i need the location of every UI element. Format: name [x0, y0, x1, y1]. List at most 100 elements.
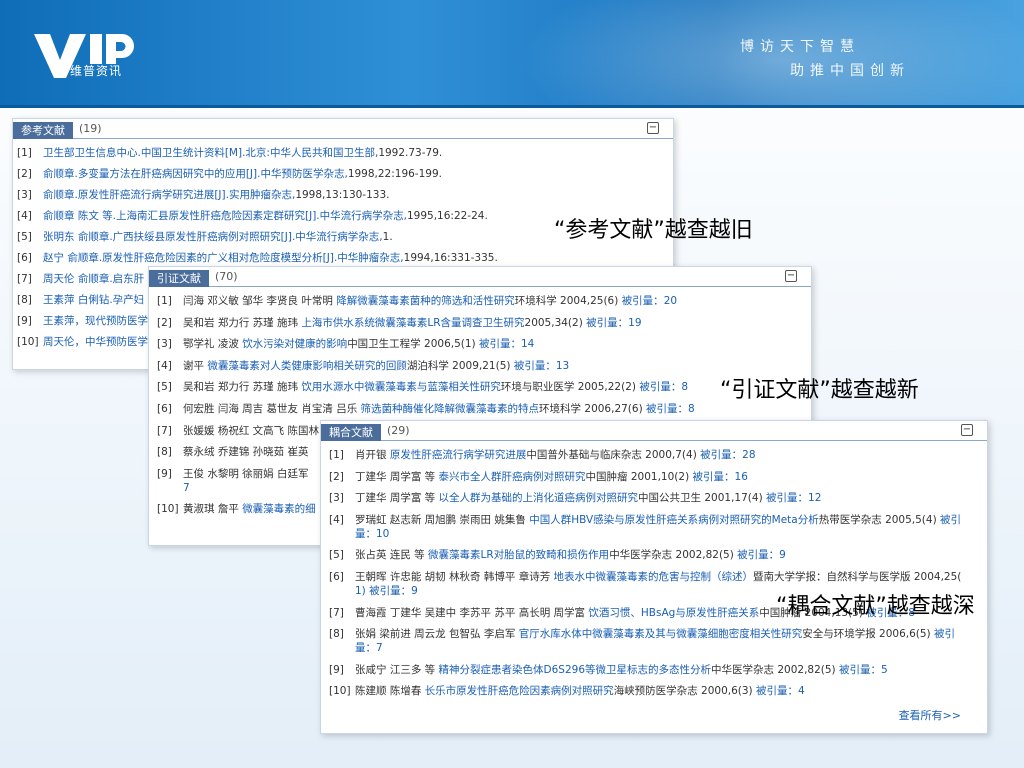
reference-link[interactable]: 俞顺章.多变量方法在肝癌病因研究中的应用[J].中华预防医学杂志,	[43, 168, 348, 180]
view-all-link[interactable]: 查看所有>>	[899, 707, 961, 723]
reference-link[interactable]: 张明东 俞顺章.广西扶绥县原发性肝癌病例对照研究[J].中华流行病学杂志,	[43, 231, 383, 243]
item-title-link[interactable]: 地表水中微囊藻毒素的危害与控制（综述）	[554, 571, 754, 583]
item-continuation: 量：7	[355, 642, 383, 655]
item-source: 环境与职业医学 2005,22(2)	[500, 381, 636, 394]
references-tab[interactable]: 参考文献	[13, 121, 73, 139]
cited-count: 4	[797, 685, 805, 698]
cited-count-label: 被引量：	[646, 402, 689, 415]
reference-year: 1998,13:130-133.	[295, 189, 390, 201]
cited-count-label: 被引	[940, 513, 962, 526]
item-source: 中国公共卫生 2001,17(4)	[638, 492, 763, 505]
item-authors: 何宏胜 闫海 周吉 葛世友 肖宝清 吕乐	[183, 402, 358, 415]
item-title-link[interactable]: 长乐市原发性肝癌危险因素病例对照研究	[425, 685, 614, 697]
annotation-references: “参考文献”越查越旧	[554, 218, 753, 243]
list-item: [10] 陈建顺 陈增春 长乐市原发性肝癌危险因素病例对照研究海峡预防医学杂志 2…	[329, 684, 987, 698]
item-number: [10]	[329, 685, 351, 698]
cited-count-label: 被引量：	[692, 470, 735, 483]
cited-count: 8	[688, 402, 695, 415]
cited-count: 12	[808, 492, 822, 505]
item-title-link[interactable]: 降解微囊藻毒素菌种的筛选和活性研究	[336, 295, 515, 307]
header-banner: 维普资讯 博访天下智慧 助推中国创新	[0, 0, 1024, 108]
item-title-link[interactable]: 微囊藻毒素对人类健康影响相关研究的回顾	[207, 360, 407, 372]
item-source: 环境科学 2006,27(6)	[539, 402, 643, 415]
item-title-link[interactable]: 饮酒习惯、HBsAg与原发性肝癌关系	[588, 607, 759, 619]
reference-year: 1995,16:22-24.	[406, 210, 488, 222]
item-authors: 闫海 邓义敏 邹华 李贤良 叶常明	[183, 295, 333, 307]
item-source: 2005,34(2)	[524, 316, 583, 329]
item-title-link[interactable]: 官厅水库水体中微囊藻毒素及其与微囊藻细胞密度相关性研究	[519, 628, 803, 640]
reference-year: 1998,22:196-199.	[347, 168, 442, 180]
item-number: [1]	[157, 295, 172, 307]
item-source: 安全与环境学报 2006,6(5)	[802, 628, 931, 641]
collapse-icon[interactable]: −	[961, 424, 973, 436]
citations-tab[interactable]: 引证文献	[149, 269, 209, 287]
reference-link[interactable]: 王素萍 白俐钻.孕产妇	[43, 294, 144, 306]
item-authors: 吴和岩 郑力行 苏瑾 施玮	[183, 381, 299, 394]
item-continuation: 量：10	[355, 527, 390, 540]
reference-year: 1992.73-79.	[378, 147, 443, 159]
item-number: [6]	[17, 252, 32, 264]
item-source: 湖泊科学 2009,21(5)	[406, 359, 511, 372]
item-number: [10]	[157, 503, 179, 516]
item-authors: 陈建顺 陈增春	[355, 685, 422, 698]
annotation-citations: “引证文献”越查越新	[720, 378, 919, 403]
item-authors: 肖开银	[355, 449, 387, 461]
slogan-line-1: 博访天下智慧	[740, 39, 860, 55]
item-title-link[interactable]: 微囊藻毒素的细	[242, 503, 316, 515]
item-title-link[interactable]: 以全人群为基础的上消化道癌病例对照研究	[439, 492, 639, 504]
item-number: [8]	[157, 446, 172, 459]
cited-count-label: 被引量：	[478, 338, 521, 351]
item-title-link[interactable]: 原发性肝癌流行病学研究进展	[390, 449, 527, 461]
reference-link[interactable]: 俞顺章.原发性肝癌流行病学研究进展[J].实用肿瘤杂志,	[43, 189, 295, 201]
item-number: [3]	[17, 189, 32, 201]
cited-count-label: 被引量：	[766, 492, 809, 505]
item-title-link[interactable]: 饮用水源水中微囊藻毒素与蓝藻相关性研究	[301, 381, 501, 393]
reference-link[interactable]: 卫生部卫生信息中心.中国卫生统计资料[M].北京:中华人民共和国卫生部,	[43, 147, 378, 159]
list-item: [6] 赵宁 俞顺章.原发性肝癌危险因素的广义相对危险度模型分析[J].中华肿瘤杂…	[17, 251, 673, 265]
item-authors: 丁建华 周学富 等	[355, 492, 436, 505]
list-item: [5] 吴和岩 郑力行 苏瑾 施玮 饮用水源水中微囊藻毒素与蓝藻相关性研究环境与职…	[157, 380, 811, 394]
item-source: 环境科学 2004,25(6)	[514, 295, 619, 307]
item-number: [7]	[17, 273, 32, 285]
item-title-link[interactable]: 微囊藻毒素LR对胎鼠的致畸和损伤作用	[428, 549, 609, 561]
item-title-link[interactable]: 中国人群HBV感染与原发性肝癌关系病例对照研究的Meta分析	[529, 514, 819, 526]
item-authors: 张占英 连民 等	[355, 549, 425, 562]
reference-link[interactable]: 周天伦 俞顺章.启东肝	[43, 273, 144, 285]
list-item: [9] 张咸宁 江三多 等 精神分裂症患者染色体D6S296等微卫星标志的多态性分…	[329, 663, 987, 677]
item-title-link[interactable]: 泰兴市全人群肝癌病例对照研究	[439, 471, 586, 483]
item-title-link[interactable]: 筛选菌种酶催化降解微囊藻毒素的特点	[361, 403, 540, 415]
item-source: 中国普外基础与临床杂志 2000,7(4)	[526, 449, 697, 461]
cited-count: 28	[742, 449, 756, 461]
item-title-link[interactable]: 上海市供水系统微囊藻毒素LR含量调查卫生研究	[301, 317, 524, 329]
item-authors: 张咸宁 江三多 等	[355, 663, 436, 676]
item-authors: 黄淑琪 詹平	[183, 503, 239, 516]
cited-count-label: 被引量：	[621, 295, 664, 307]
item-number: [9]	[157, 467, 172, 480]
item-number: [5]	[157, 381, 172, 394]
item-title-link[interactable]: 精神分裂症患者染色体D6S296等微卫星标志的多态性分析	[439, 664, 711, 676]
collapse-icon[interactable]: −	[647, 122, 659, 134]
collapse-icon[interactable]: −	[785, 270, 797, 282]
item-source: 中华医学杂志 2002,82(5)	[711, 663, 836, 676]
cited-count: 8	[681, 381, 689, 394]
item-authors: 鄂学礼 凌波	[183, 338, 239, 351]
list-item: [1] 闫海 邓义敏 邹华 李贤良 叶常明 降解微囊藻毒素菌种的筛选和活性研究环境…	[157, 294, 811, 308]
coupled-tab[interactable]: 耦合文献	[321, 423, 381, 441]
reference-link[interactable]: 赵宁 俞顺章.原发性肝癌危险因素的广义相对危险度模型分析[J].中华肿瘤杂志,	[43, 252, 404, 264]
list-item: [3] 俞顺章.原发性肝癌流行病学研究进展[J].实用肿瘤杂志,1998,13:1…	[17, 188, 673, 202]
list-item: [4] 谢平 微囊藻毒素对人类健康影响相关研究的回顾湖泊科学 2009,21(5)…	[157, 359, 811, 373]
item-source: 海峡预防医学杂志 2000,6(3)	[613, 685, 753, 698]
reference-link[interactable]: 俞顺章 陈文 等.上海南汇县原发性肝癌危险因素定群研究[J].中华流行病学杂志,	[43, 210, 407, 222]
item-number: [5]	[17, 231, 32, 243]
coupled-panel: 耦合文献 (29) − [1] 肖开银 原发性肝癌流行病学研究进展中国普外基础与临…	[320, 420, 988, 734]
list-item: [3] 鄂学礼 凌波 饮水污染对健康的影响中国卫生工程学 2006,5(1) 被引…	[157, 337, 811, 351]
item-number: [3]	[157, 338, 172, 351]
item-number: [8]	[17, 294, 32, 306]
reference-link[interactable]: 周天伦，中华预防医学	[43, 336, 148, 348]
list-item: [2] 吴和岩 郑力行 苏瑾 施玮 上海市供水系统微囊藻毒素LR含量调查卫生研究2…	[157, 316, 811, 330]
item-source: 中国卫生工程学 2006,5(1)	[347, 338, 476, 351]
item-authors: 罗瑞虹 赵志新 周旭鹏 崇雨田 姚集鲁	[355, 513, 526, 526]
reference-link[interactable]: 王素萍，现代预防医学	[43, 315, 148, 327]
cited-count-label: 被引量：	[839, 663, 881, 676]
item-title-link[interactable]: 饮水污染对健康的影响	[242, 338, 347, 350]
